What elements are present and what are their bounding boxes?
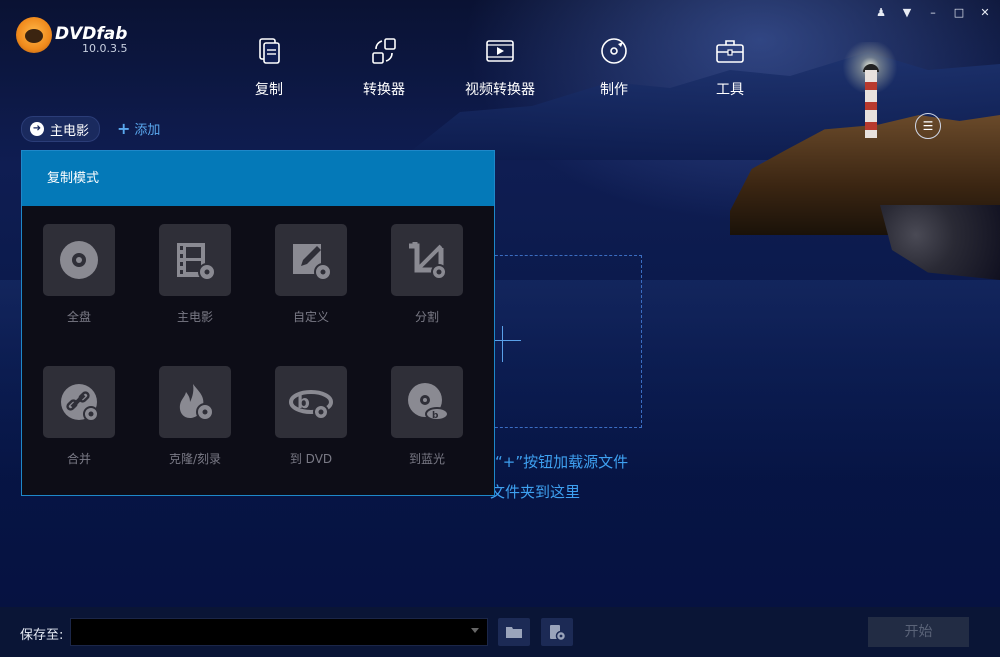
drop-zone[interactable] — [480, 255, 642, 428]
add-source-label: 添加 — [134, 123, 161, 138]
creator-icon — [601, 38, 627, 64]
customize-icon — [293, 244, 332, 281]
svg-text:b: b — [432, 411, 439, 421]
copy-icon — [259, 38, 280, 64]
nav-video-converter[interactable]: 视频转换器 — [450, 35, 550, 99]
drop-hint-line1: 击“+”按钮加载源文件 — [480, 453, 629, 471]
to-bluray-icon: b — [408, 383, 449, 421]
split-icon — [409, 242, 447, 280]
mode-to-bluray[interactable]: b 到蓝光 — [377, 366, 477, 467]
plus-icon: + — [117, 119, 131, 138]
to-dvd-icon: b — [289, 390, 333, 420]
mode-selector-label: 主电影 — [50, 123, 90, 139]
nav-tools[interactable]: 工具 — [680, 35, 780, 99]
drop-hint-line2: 文件夹到这里 — [490, 483, 581, 501]
rocks-scenery — [880, 205, 1000, 280]
mode-merge[interactable]: 合并 — [29, 366, 129, 467]
split-tile — [391, 224, 463, 296]
mode-customize[interactable]: 自定义 — [261, 224, 361, 325]
list-menu-icon[interactable]: ☰ — [915, 113, 941, 139]
converter-icon — [372, 38, 396, 64]
minimize-icon[interactable]: – — [926, 6, 940, 20]
maximize-icon[interactable]: □ — [952, 6, 966, 20]
mode-main-movie-label: 主电影 — [176, 310, 213, 324]
to-dvd-tile: b — [275, 366, 347, 438]
to-bluray-tile: b — [391, 366, 463, 438]
save-path-field[interactable] — [70, 618, 488, 646]
copy-mode-panel: 复制模式 全盘 主电影 自定义 分割 合并 克隆/刻录 b 到 DVD b 到蓝… — [21, 150, 495, 496]
svg-text:b: b — [297, 392, 310, 413]
arrow-right-icon: ➜ — [30, 122, 44, 136]
mode-merge-label: 合并 — [66, 452, 91, 466]
mode-split[interactable]: 分割 — [377, 224, 477, 325]
main-movie-icon — [177, 243, 216, 281]
nav-video-converter-label: 视频转换器 — [465, 82, 535, 98]
chevron-down-icon[interactable] — [471, 628, 479, 633]
window-controls: ♟ ▼ – □ ✕ — [874, 6, 992, 20]
mode-to-dvd-label: 到 DVD — [289, 452, 333, 466]
start-button[interactable]: 开始 — [868, 617, 969, 647]
nav-creator[interactable]: 制作 — [564, 35, 664, 99]
menu-down-icon[interactable]: ▼ — [900, 6, 914, 20]
browse-folder-button[interactable] — [498, 618, 530, 646]
full-disc-icon — [60, 241, 98, 279]
add-plus-icon-v — [502, 326, 503, 362]
folder-icon — [506, 627, 522, 638]
mode-full-disc-label: 全盘 — [66, 310, 91, 324]
bottom-bar: 保存至: 开始 — [0, 607, 1000, 657]
mode-to-dvd[interactable]: b 到 DVD — [261, 366, 361, 467]
merge-tile — [43, 366, 115, 438]
main-movie-tile — [159, 224, 231, 296]
save-to-label: 保存至: — [20, 628, 64, 643]
skin-icon[interactable]: ♟ — [874, 6, 888, 20]
mode-selector-button[interactable]: ➜ 主电影 — [21, 116, 101, 142]
main-nav: 复制 转换器 视频转换器 制作 工具 — [0, 35, 1000, 105]
mode-to-bluray-label: 到蓝光 — [408, 452, 445, 466]
add-source-button[interactable]: + 添加 — [117, 119, 160, 138]
nav-tools-label: 工具 — [716, 82, 744, 98]
mode-clone-burn[interactable]: 克隆/刻录 — [145, 366, 245, 467]
nav-copy[interactable]: 复制 — [219, 35, 319, 99]
mode-customize-label: 自定义 — [292, 310, 329, 324]
customize-tile — [275, 224, 347, 296]
merge-icon — [61, 384, 99, 422]
disc-save-icon — [550, 625, 566, 641]
save-as-iso-button[interactable] — [541, 618, 573, 646]
nav-converter[interactable]: 转换器 — [334, 35, 434, 99]
clone-burn-tile — [159, 366, 231, 438]
clone-burn-icon — [179, 384, 214, 421]
nav-converter-label: 转换器 — [363, 82, 405, 98]
mode-split-label: 分割 — [414, 310, 439, 324]
close-icon[interactable]: ✕ — [978, 6, 992, 20]
nav-copy-label: 复制 — [255, 82, 283, 98]
mode-full-disc[interactable]: 全盘 — [29, 224, 129, 325]
nav-creator-label: 制作 — [600, 82, 628, 98]
copy-mode-title: 复制模式 — [22, 151, 494, 206]
toolbox-icon — [716, 40, 744, 63]
video-converter-icon — [486, 40, 514, 62]
mode-clone-burn-label: 克隆/刻录 — [168, 452, 222, 466]
mode-main-movie[interactable]: 主电影 — [145, 224, 245, 325]
full-disc-tile — [43, 224, 115, 296]
